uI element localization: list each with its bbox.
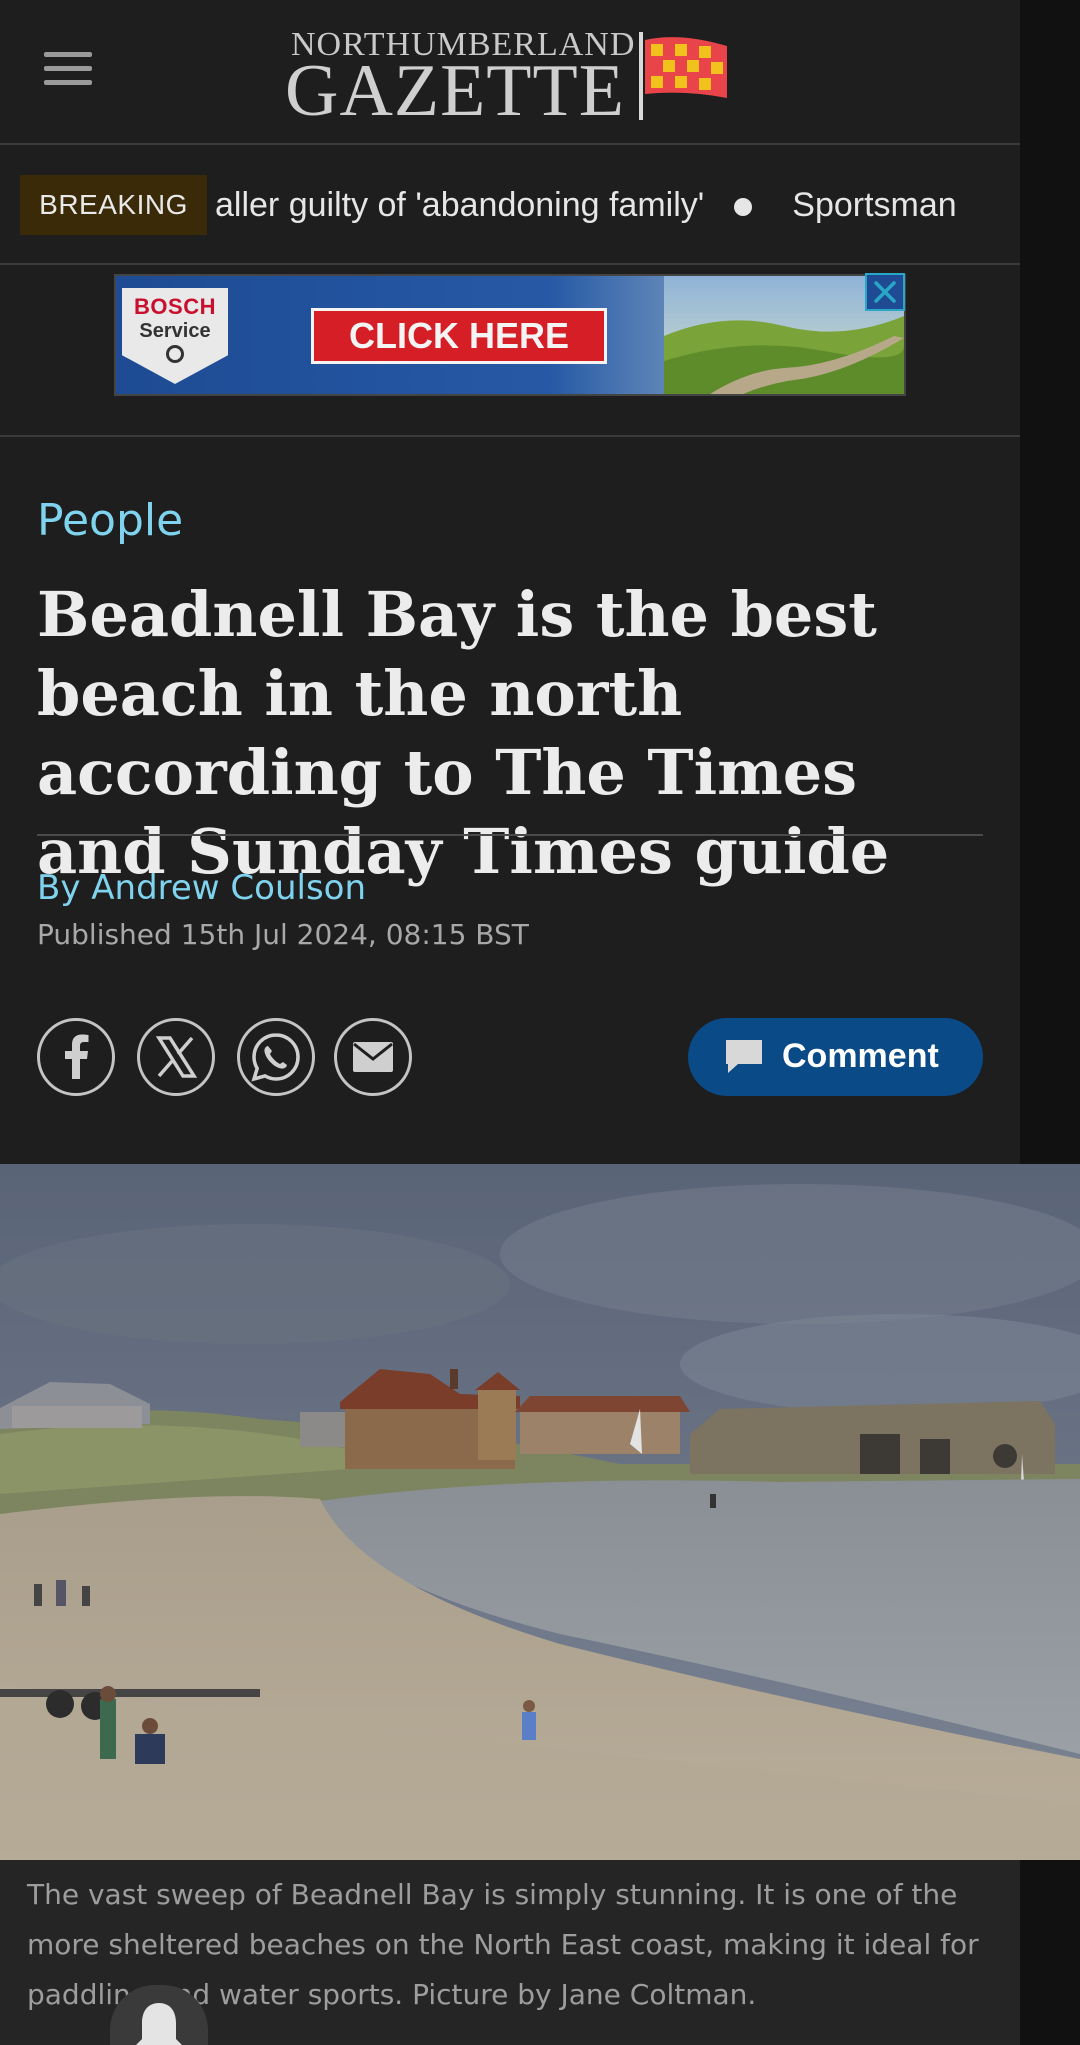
- site-logo[interactable]: NORTHUMBERLAND GAZETTE: [285, 26, 745, 128]
- logo-main-text: GAZETTE: [285, 50, 625, 132]
- email-icon: [353, 1042, 393, 1072]
- bosch-armature-icon: [166, 345, 184, 363]
- advert-banner[interactable]: BOSCH Service CLICK HERE: [114, 274, 906, 396]
- ad-cta-button[interactable]: CLICK HERE: [311, 308, 607, 364]
- byline-prefix: By: [37, 868, 92, 908]
- share-x-button[interactable]: [137, 1018, 215, 1096]
- ad-close-button[interactable]: [865, 273, 905, 311]
- article-headline: Beadnell Bay is the best beach in the no…: [37, 578, 890, 888]
- facebook-icon: [65, 1034, 89, 1079]
- close-icon: [874, 281, 896, 303]
- comment-label: Comment: [782, 1037, 939, 1075]
- northumberland-flag-icon: [639, 32, 727, 120]
- article-hero-image[interactable]: [0, 1164, 1080, 1860]
- ticker-item[interactable]: aller guilty of 'abandoning family': [215, 186, 704, 224]
- menu-button[interactable]: [44, 52, 104, 94]
- ad-brand-bottom: Service: [139, 320, 211, 342]
- ticker-item[interactable]: Sportsman: [792, 186, 956, 224]
- share-whatsapp-button[interactable]: [237, 1018, 315, 1096]
- divider: [37, 834, 983, 836]
- byline: By Andrew Coulson: [37, 868, 366, 908]
- breaking-ticker[interactable]: aller guilty of 'abandoning family' Sport…: [215, 175, 957, 235]
- beach-photo: [0, 1164, 1080, 1860]
- advert-container: BOSCH Service CLICK HERE: [0, 267, 1020, 437]
- bell-icon: [136, 2003, 182, 2045]
- comment-button[interactable]: Comment: [688, 1018, 983, 1096]
- bosch-service-logo: BOSCH Service: [122, 288, 228, 384]
- published-date: Published 15th Jul 2024, 08:15 BST: [37, 918, 529, 951]
- whatsapp-icon: [251, 1033, 300, 1082]
- hamburger-menu-icon: [44, 52, 92, 57]
- ticker-separator-icon: [734, 198, 753, 217]
- section-link[interactable]: People: [37, 495, 183, 546]
- site-header: NORTHUMBERLAND GAZETTE: [0, 0, 1020, 145]
- ad-brand-top: BOSCH: [134, 294, 216, 319]
- notifications-button[interactable]: [110, 1985, 208, 2045]
- share-facebook-button[interactable]: [37, 1018, 115, 1096]
- comment-icon: [726, 1040, 762, 1073]
- x-icon: [155, 1036, 198, 1078]
- breaking-badge: BREAKING: [20, 175, 207, 235]
- breaking-news-bar: BREAKING aller guilty of 'abandoning fam…: [0, 147, 1020, 265]
- author-link[interactable]: Andrew Coulson: [91, 868, 366, 908]
- share-email-button[interactable]: [334, 1018, 412, 1096]
